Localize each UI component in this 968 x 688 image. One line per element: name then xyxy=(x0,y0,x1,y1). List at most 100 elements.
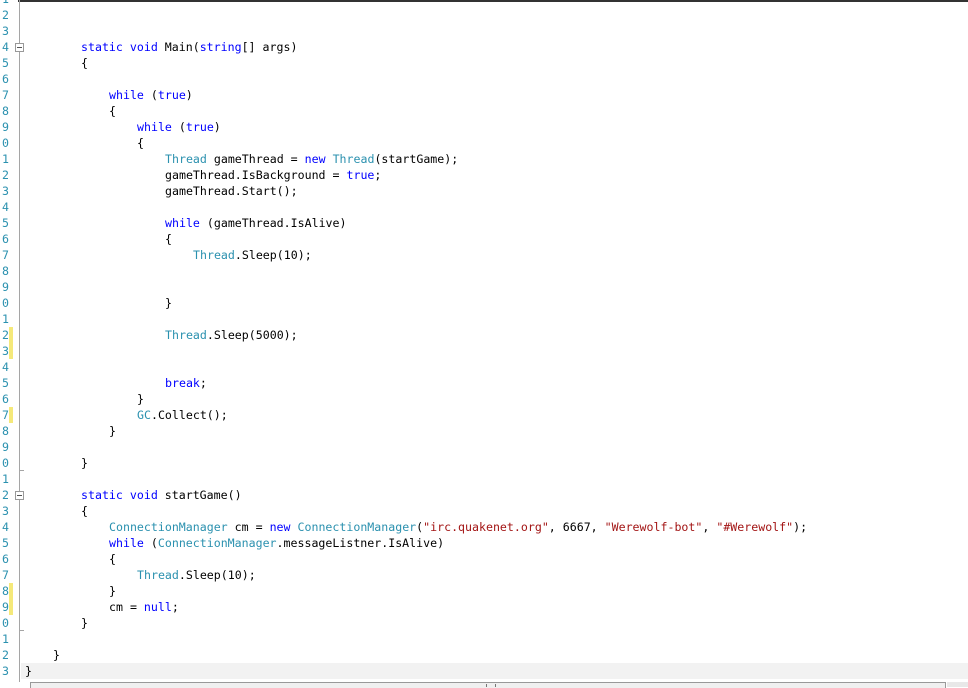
code-line[interactable]: while (true) xyxy=(109,87,193,103)
keyword-token: true xyxy=(346,168,375,182)
code-token: { xyxy=(81,504,88,518)
code-token: ); xyxy=(793,520,808,534)
code-line[interactable]: Thread.Sleep(10); xyxy=(137,567,256,583)
keyword-token: break xyxy=(165,376,200,390)
line-number: 5 xyxy=(2,216,9,230)
line-number: 1 xyxy=(2,152,9,166)
change-marker xyxy=(9,599,13,615)
code-line[interactable]: static void startGame() xyxy=(81,487,242,503)
change-marker xyxy=(9,407,13,423)
line-number: 5 xyxy=(2,56,9,70)
code-line[interactable]: Thread gameThread = new Thread(startGame… xyxy=(165,151,458,167)
code-token: } xyxy=(137,392,144,406)
line-number: 3 xyxy=(2,24,9,38)
code-line[interactable]: } xyxy=(81,615,88,631)
type-token: Thread xyxy=(193,248,235,262)
keyword-token: static xyxy=(81,40,123,54)
code-token: .Sleep(10); xyxy=(178,568,256,582)
code-line[interactable]: gameThread.IsBackground = true; xyxy=(165,167,381,183)
line-number: 4 xyxy=(2,520,9,534)
code-token: .messageListner.IsAlive) xyxy=(276,536,445,550)
code-line[interactable]: ConnectionManager cm = new ConnectionMan… xyxy=(109,519,807,535)
line-number: 1 xyxy=(0,0,9,7)
line-number: 7 xyxy=(2,568,9,582)
code-line[interactable]: } xyxy=(53,647,60,663)
code-token: gameThread.Start(); xyxy=(165,184,298,198)
line-number: 8 xyxy=(2,264,9,278)
code-line[interactable]: } xyxy=(109,583,116,599)
code-token: { xyxy=(109,552,116,566)
code-line[interactable]: gameThread.Start(); xyxy=(165,183,298,199)
keyword-token: true xyxy=(185,120,214,134)
line-number: 2 xyxy=(2,168,9,182)
code-line[interactable]: { xyxy=(109,103,116,119)
code-line[interactable]: while (true) xyxy=(137,119,221,135)
type-token: GC xyxy=(137,408,151,422)
string-token: "#Werewolf" xyxy=(716,520,794,534)
code-token: gameThread = xyxy=(206,152,305,166)
code-token: ) xyxy=(213,120,221,134)
code-line[interactable]: while (ConnectionManager.messageListner.… xyxy=(109,535,444,551)
scrollbar-corner xyxy=(947,682,968,687)
code-token: ; xyxy=(199,376,207,390)
code-token: (gameThread.IsAlive) xyxy=(199,216,347,230)
code-line[interactable]: while (gameThread.IsAlive) xyxy=(165,215,347,231)
collapse-icon[interactable] xyxy=(15,491,24,500)
code-line[interactable]: } xyxy=(25,663,32,679)
code-line[interactable]: { xyxy=(165,231,172,247)
line-number: 2 xyxy=(2,488,9,502)
code-line[interactable]: } xyxy=(109,423,116,439)
line-number: 9 xyxy=(2,280,9,294)
fold-end-marker xyxy=(19,470,24,471)
code-token: [] args) xyxy=(241,40,298,54)
code-line[interactable]: static void Main(string[] args) xyxy=(81,39,297,55)
code-line[interactable]: { xyxy=(137,135,144,151)
code-line[interactable]: } xyxy=(137,391,144,407)
change-marker xyxy=(9,327,13,343)
collapse-icon[interactable] xyxy=(15,43,24,52)
code-line[interactable]: { xyxy=(81,55,88,71)
code-token: .Collect(); xyxy=(150,408,228,422)
line-number: 7 xyxy=(2,248,9,262)
line-number: 5 xyxy=(2,536,9,550)
code-line[interactable]: } xyxy=(165,295,172,311)
line-number: 2 xyxy=(2,328,9,342)
type-token: ConnectionManager xyxy=(109,520,228,534)
code-line[interactable]: break; xyxy=(165,375,207,391)
code-line[interactable]: GC.Collect(); xyxy=(137,407,228,423)
line-number: 6 xyxy=(2,392,9,406)
type-token: Thread xyxy=(165,152,207,166)
code-token: ( xyxy=(143,536,158,550)
code-token: cm = xyxy=(109,600,144,614)
code-line[interactable]: } xyxy=(81,455,88,471)
current-line-highlight xyxy=(21,663,968,679)
line-number: 0 xyxy=(2,616,9,630)
code-line[interactable]: { xyxy=(81,503,88,519)
line-number: 9 xyxy=(2,120,9,134)
code-token: startGame() xyxy=(157,488,242,502)
fold-end-marker xyxy=(19,630,24,631)
code-token: } xyxy=(81,616,88,630)
code-line[interactable]: Thread.Sleep(5000); xyxy=(165,327,298,343)
keyword-token: while xyxy=(165,216,200,230)
line-number: 7 xyxy=(2,88,9,102)
code-line[interactable]: cm = null; xyxy=(109,599,179,615)
code-token: Main( xyxy=(157,40,200,54)
line-number: 6 xyxy=(2,72,9,86)
change-marker xyxy=(9,343,13,359)
keyword-token: true xyxy=(157,88,186,102)
keyword-token: while xyxy=(109,88,144,102)
code-token: { xyxy=(81,56,88,70)
code-token: ; xyxy=(171,600,179,614)
code-line[interactable]: { xyxy=(109,551,116,567)
line-number: 7 xyxy=(2,408,9,422)
keyword-token: while xyxy=(109,536,144,550)
code-line[interactable]: Thread.Sleep(10); xyxy=(193,247,312,263)
keyword-token: static xyxy=(81,488,123,502)
keyword-token: new xyxy=(269,520,291,534)
code-token: , 6667, xyxy=(548,520,605,534)
code-token: } xyxy=(109,424,116,438)
line-number: 5 xyxy=(2,376,9,390)
